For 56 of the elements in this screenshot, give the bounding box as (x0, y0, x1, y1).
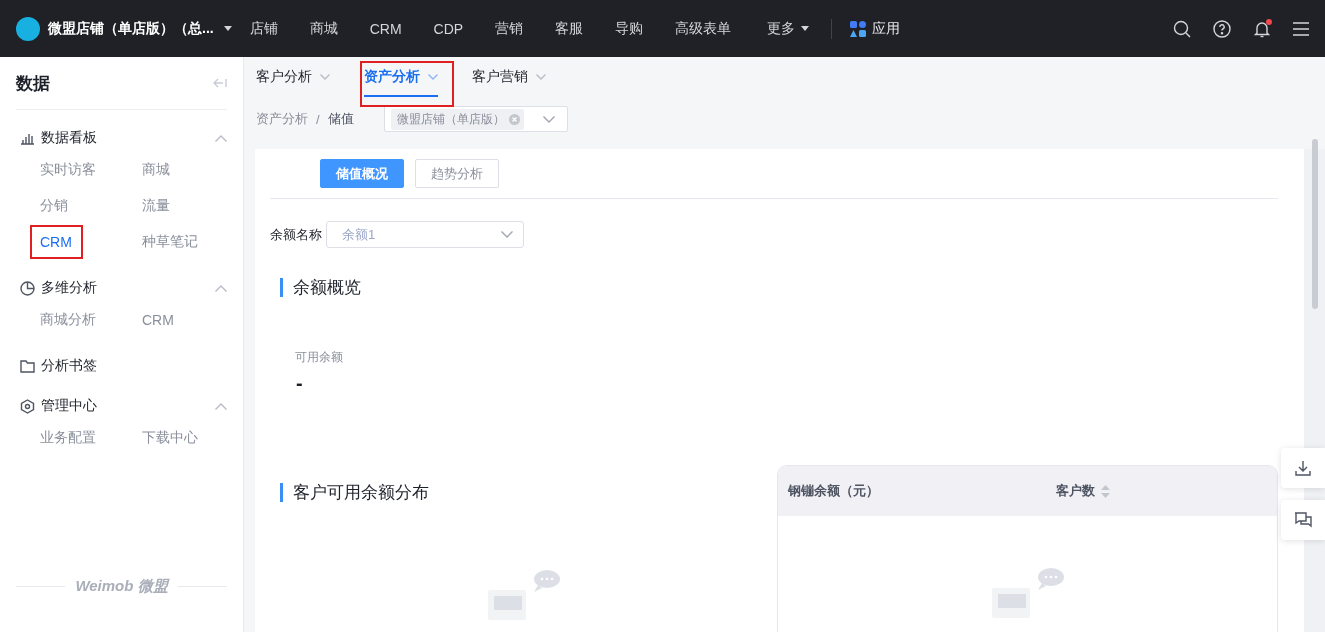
column-header: 钢镚余额（元） (788, 482, 879, 500)
nav-link[interactable]: 客服 (555, 19, 584, 38)
chat-icon (1294, 511, 1312, 529)
filter-label: 余额名称 (270, 225, 322, 244)
segment-button[interactable]: 趋势分析 (415, 159, 499, 188)
hexagon-icon (20, 398, 35, 414)
search-icon[interactable] (1173, 19, 1191, 38)
sub-tab[interactable]: 资产分析 (364, 57, 438, 97)
nav-link[interactable]: CRM (369, 20, 402, 37)
chevron-down-icon (536, 74, 546, 80)
nav-link[interactable]: 商城 (309, 19, 338, 38)
chevron-down-icon (501, 231, 513, 238)
sidebar-item[interactable]: CRM (40, 234, 72, 250)
store-tag: 微盟店铺（单店版） (390, 108, 524, 130)
clear-icon (508, 113, 520, 125)
chevron-up-icon (215, 134, 227, 142)
sidebar-title: 数据 (16, 72, 50, 95)
sidebar-group-label[interactable]: 管理中心 (41, 397, 209, 415)
caret-down-icon (801, 26, 810, 31)
menu-icon[interactable] (1293, 21, 1309, 36)
chevron-down-icon (542, 115, 555, 123)
metric-value: - (296, 372, 304, 395)
chevron-down-icon (428, 74, 438, 80)
breadcrumb-separator: / (316, 111, 320, 127)
folder-icon (20, 358, 35, 374)
nav-link[interactable]: CDP (433, 20, 464, 37)
more-menu[interactable]: 更多 (767, 19, 810, 38)
chevron-up-icon (215, 402, 227, 410)
feedback-button[interactable] (1281, 500, 1325, 540)
logo-icon (16, 16, 40, 41)
store-name[interactable]: 微盟店铺（单店版）（总... (48, 19, 214, 38)
bell-icon[interactable] (1253, 19, 1271, 38)
chevron-up-icon (215, 284, 227, 292)
sidebar-group-label[interactable]: 多维分析 (41, 279, 209, 297)
sub-tab[interactable]: 客户营销 (472, 57, 546, 97)
apps-link[interactable]: 应用 (850, 19, 901, 38)
footer-logo: Weimob 微盟 (75, 577, 168, 596)
nav-link[interactable]: 营销 (495, 19, 524, 38)
nav-link[interactable]: 高级表单 (675, 19, 732, 38)
pie-chart-icon (20, 280, 35, 296)
sub-tab[interactable]: 客户分析 (256, 57, 330, 97)
breadcrumb-item: 储值 (327, 110, 354, 128)
nav-link[interactable]: 店铺 (249, 19, 278, 38)
section-title: 余额概览 (280, 276, 1278, 299)
apps-icon (850, 20, 867, 37)
caret-down-icon (223, 26, 232, 31)
metric-label: 可用余额 (295, 349, 344, 366)
sidebar-group-label[interactable]: 分析书签 (41, 357, 227, 375)
nav-link[interactable]: 导购 (615, 19, 644, 38)
sidebar-group-label[interactable]: 数据看板 (41, 129, 209, 147)
section-title: 客户可用余额分布 (280, 481, 777, 504)
download-icon (1294, 459, 1312, 477)
chevron-down-icon (320, 74, 330, 80)
help-icon[interactable] (1213, 19, 1231, 38)
download-button[interactable] (1281, 448, 1325, 488)
column-header[interactable]: 客户数 (1056, 482, 1095, 500)
